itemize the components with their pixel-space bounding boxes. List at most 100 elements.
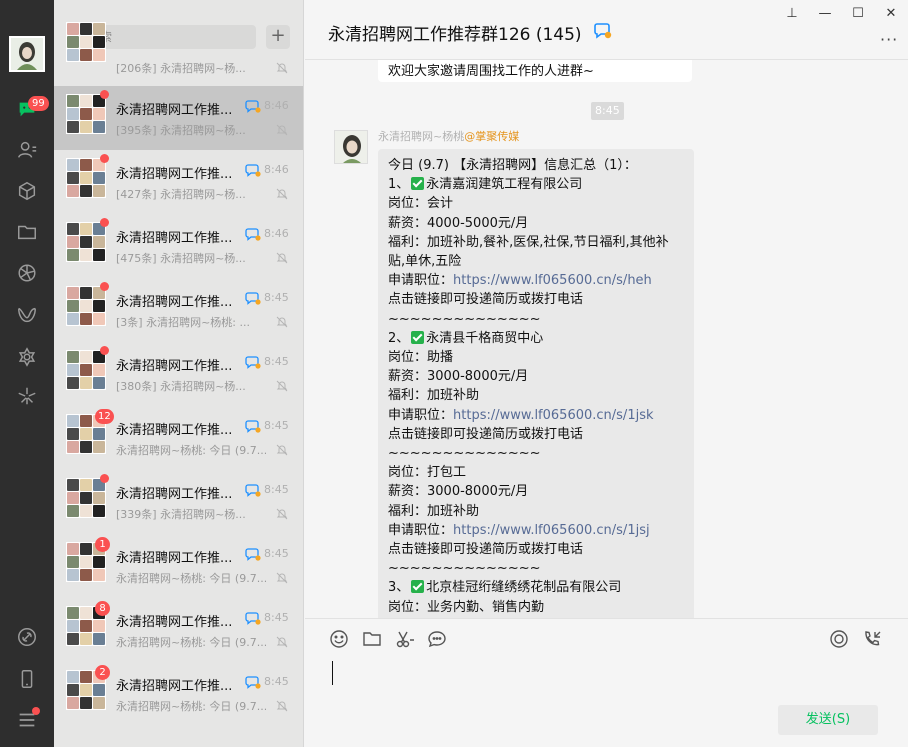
group-avatar-tile xyxy=(67,300,79,312)
checkmark-icon xyxy=(411,580,425,594)
send-button[interactable]: 发送(S) xyxy=(778,705,878,735)
conversation-item[interactable]: 8 永清招聘网工作推... 8:45 永清招聘网~杨桃: 今日 (9.7... xyxy=(54,598,303,662)
group-chat-icon xyxy=(245,676,261,689)
group-avatar-tile xyxy=(93,49,105,61)
message-line: ~~~~~~~~~~~~~~ xyxy=(388,310,684,329)
user-avatar[interactable] xyxy=(9,36,45,72)
group-avatar-tile xyxy=(80,684,92,696)
group-avatar xyxy=(66,158,106,198)
contacts-icon[interactable] xyxy=(14,137,40,163)
conversation-item[interactable]: 2 永清招聘网工作推... 8:45 永清招聘网~杨桃: 今日 (9.7... xyxy=(54,662,303,726)
emoji-icon[interactable] xyxy=(329,629,351,651)
apply-link[interactable]: https://www.lf065600.cn/s/1jsk xyxy=(453,408,653,423)
group-chat-icon xyxy=(245,356,261,369)
group-avatar-tile xyxy=(93,505,105,517)
pin-button[interactable]: ⊥ xyxy=(782,4,802,22)
group-avatar-tile xyxy=(80,671,92,683)
files-icon[interactable] xyxy=(14,219,40,245)
line-text: 点击链接即可投递简历或拨打电话 xyxy=(388,426,584,442)
group-chat-icon xyxy=(594,23,612,39)
apply-link[interactable]: https://www.lf065600.cn/s/heh xyxy=(453,273,652,288)
group-avatar-tile xyxy=(67,556,79,568)
minimize-button[interactable]: — xyxy=(815,4,835,22)
group-chat-icon xyxy=(245,164,261,177)
group-avatar-tile xyxy=(80,351,92,363)
conversation-item[interactable]: 永清招聘网工作推... 8:45 [3条] 永清招聘网~杨桃: ... xyxy=(54,278,303,342)
group-avatar-tile xyxy=(93,569,105,581)
conversation-title: 永清招聘网工作推... xyxy=(116,231,233,246)
mute-bell-icon xyxy=(276,380,288,392)
sender-tag: @掌聚传媒 xyxy=(464,130,520,143)
apply-link[interactable]: https://www.lf065600.cn/s/1jsj xyxy=(453,523,650,538)
checkmark-icon xyxy=(411,177,425,191)
line-prefix: 申请职位： xyxy=(388,522,454,538)
group-avatar-tile xyxy=(80,428,92,440)
conversation-time: 8:46 xyxy=(264,99,289,112)
link-icon[interactable] xyxy=(14,624,40,650)
group-avatar-tile xyxy=(93,441,105,453)
phone-icon[interactable] xyxy=(14,666,40,692)
maximize-button[interactable]: ☐ xyxy=(848,4,868,22)
live-icon[interactable] xyxy=(829,629,851,651)
chat-history-icon[interactable] xyxy=(427,629,449,651)
group-avatar-tile xyxy=(67,441,79,453)
line-text: 点击链接即可投递简历或拨打电话 xyxy=(388,292,584,308)
group-chat-icon xyxy=(245,292,261,305)
conversation-preview: 永清招聘网~杨桃: 今日 (9.7... xyxy=(116,700,266,713)
message-line: 点击链接即可投递简历或拨打电话 xyxy=(388,425,684,444)
line-text: 薪资：3000-8000元/月 xyxy=(388,484,529,500)
mute-bell-icon xyxy=(276,508,288,520)
group-avatar-tile xyxy=(67,287,79,299)
group-avatar-tile xyxy=(67,415,79,427)
conversation-item[interactable]: 1 永清招聘网工作推... 8:45 永清招聘网~杨桃: 今日 (9.7... xyxy=(54,534,303,598)
favorites-icon[interactable] xyxy=(14,178,40,204)
file-icon[interactable] xyxy=(362,629,384,651)
group-chat-icon xyxy=(245,548,261,561)
conversation-item[interactable]: 永清招聘网工作推... 8:45 [380条] 永清招聘网~杨... xyxy=(54,342,303,406)
conversation-item[interactable]: 永清招聘网工作推... 8:46 [427条] 永清招聘网~杨... xyxy=(54,150,303,214)
more-options-button[interactable]: ··· xyxy=(880,30,898,49)
group-avatar-tile xyxy=(80,172,92,184)
message-line: 薪资：3000-8000元/月 xyxy=(388,482,684,501)
search-icon[interactable] xyxy=(14,344,40,370)
line-text: 薪资：4000-5000元/月 xyxy=(388,215,529,231)
group-avatar-tile xyxy=(80,543,92,555)
screenshot-icon[interactable] xyxy=(395,629,417,651)
group-avatar-tile xyxy=(80,364,92,376)
group-chat-icon xyxy=(245,420,261,433)
message-line: 2、 永清县千格商贸中心 xyxy=(388,329,684,348)
unread-dot xyxy=(100,90,109,99)
group-avatar-tile xyxy=(80,95,92,107)
group-avatar-tile xyxy=(80,607,92,619)
unread-count-badge: 1 xyxy=(95,537,110,552)
unread-count-badge: 12 xyxy=(95,409,114,424)
group-avatar-tile xyxy=(93,121,105,133)
message-line: 福利：加班补助 xyxy=(388,502,684,521)
conversation-time: 8:45 xyxy=(264,675,289,688)
group-avatar-tile xyxy=(67,223,79,235)
conversation-item[interactable]: 永清招聘网工作推... 8:45 [339条] 永清招聘网~杨... xyxy=(54,470,303,534)
conversation-item[interactable]: 永清招聘网工作推... 8:46 [395条] 永清招聘网~杨... xyxy=(54,86,303,150)
group-avatar-tile xyxy=(80,505,92,517)
channels-icon[interactable] xyxy=(14,302,40,328)
conversation-preview: [3条] 永清招聘网~杨桃: ... xyxy=(116,316,250,329)
group-avatar xyxy=(66,286,106,326)
group-avatar-tile xyxy=(80,556,92,568)
conversation-item[interactable]: 12 永清招聘网工作推... 8:45 永清招聘网~杨桃: 今日 (9.7... xyxy=(54,406,303,470)
group-avatar-tile xyxy=(80,479,92,491)
conversation-preview: 永清招聘网~杨桃: 今日 (9.7... xyxy=(116,636,266,649)
group-avatar-tile xyxy=(93,185,105,197)
group-avatar-tile xyxy=(80,108,92,120)
close-button[interactable]: ✕ xyxy=(881,4,901,22)
conversation-preview: [395条] 永清招聘网~杨... xyxy=(116,124,246,137)
moments-icon[interactable] xyxy=(14,260,40,286)
group-avatar-tile xyxy=(93,684,105,696)
sender-avatar[interactable] xyxy=(334,130,368,164)
group-avatar-tile xyxy=(67,351,79,363)
mini-programs-icon[interactable] xyxy=(14,383,40,409)
search-input[interactable] xyxy=(88,30,238,44)
conversation-item[interactable]: 永清招聘网工作推... 8:46 [475条] 永清招聘网~杨... xyxy=(54,214,303,278)
group-avatar-tile xyxy=(93,313,105,325)
voice-call-icon[interactable] xyxy=(862,629,884,651)
conversation-item[interactable]: [206条] 永清招聘网~杨... xyxy=(54,22,303,86)
